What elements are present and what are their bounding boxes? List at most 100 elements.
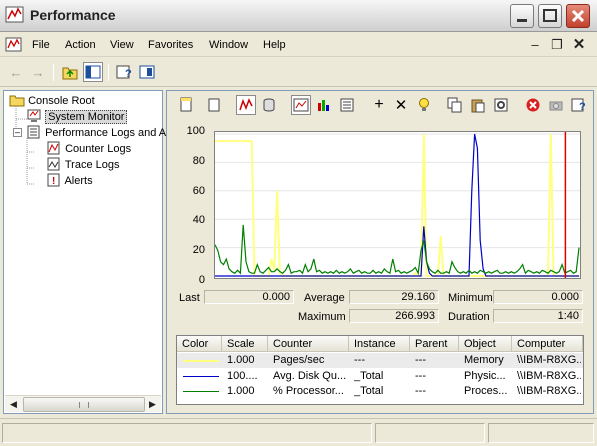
title-bar[interactable]: Performance — [0, 0, 597, 32]
scroll-left-icon[interactable]: ◀ — [6, 397, 21, 412]
column-header-color[interactable]: Color — [177, 336, 222, 352]
column-header-parent[interactable]: Parent — [410, 336, 459, 352]
close-button[interactable] — [566, 4, 590, 28]
delete-counter-icon[interactable]: ✕ — [391, 95, 411, 115]
properties-pane-icon[interactable] — [137, 62, 157, 82]
duration-label: Duration — [448, 311, 490, 323]
series-color-swatch — [183, 360, 219, 362]
toolbar-separator — [108, 64, 109, 81]
update-data-icon[interactable] — [546, 95, 566, 115]
row-parent: --- — [415, 370, 426, 382]
view-graph-icon[interactable] — [291, 95, 311, 115]
column-header-object[interactable]: Object — [459, 336, 512, 352]
folder-icon — [9, 95, 25, 107]
duration-value: 1:40 — [493, 309, 583, 323]
system-monitor-pane: + ✕ ? 100 80 60 40 20 0 Last 0.000 Avera… — [166, 90, 594, 414]
series-line-1 — [215, 133, 579, 277]
logs-icon — [27, 125, 40, 139]
table-row[interactable]: 1.000 % Processor... _Total --- Proces..… — [177, 384, 583, 399]
monitor-help-icon[interactable]: ? — [569, 95, 589, 115]
tree-item-console-root[interactable]: Console Root — [9, 93, 95, 107]
svg-text:?: ? — [579, 101, 586, 113]
mdi-restore-icon[interactable]: ❐ — [547, 36, 567, 53]
minimize-button[interactable] — [510, 4, 534, 28]
column-header-computer[interactable]: Computer — [512, 336, 583, 352]
tree-item-system-monitor[interactable]: System Monitor — [26, 109, 128, 124]
highlight-icon[interactable] — [414, 95, 434, 115]
performance-graph[interactable] — [214, 131, 581, 279]
tree-item-alerts[interactable]: ! Alerts — [46, 173, 93, 187]
main-toolbar: ← → ? — [0, 58, 597, 87]
scroll-right-icon[interactable]: ▶ — [145, 397, 160, 412]
maximize-button[interactable] — [538, 4, 562, 28]
minimum-label: Minimum — [448, 292, 493, 304]
row-instance: _Total — [354, 385, 384, 397]
status-bar — [0, 418, 597, 446]
tree-item-trace-logs[interactable]: Trace Logs — [46, 157, 119, 171]
properties-icon[interactable] — [491, 95, 511, 115]
svg-text:!: ! — [52, 176, 55, 187]
counter-list[interactable]: Color Scale Counter Instance Parent Obje… — [176, 335, 584, 405]
y-tick-label: 60 — [192, 185, 205, 197]
menu-action[interactable]: Action — [65, 39, 96, 51]
collapse-toggle[interactable]: – — [13, 128, 22, 137]
last-label: Last — [179, 292, 200, 304]
toolbar-separator — [53, 64, 54, 81]
maximum-label: Maximum — [298, 311, 346, 323]
tree-label: Console Root — [28, 95, 95, 107]
column-header-scale[interactable]: Scale — [222, 336, 268, 352]
column-header-instance[interactable]: Instance — [349, 336, 410, 352]
new-counter-set-icon[interactable] — [176, 95, 196, 115]
view-log-data-icon[interactable] — [259, 95, 279, 115]
graph-canvas — [214, 132, 580, 278]
show-hide-tree-icon[interactable] — [83, 62, 103, 82]
row-object: Physic... — [464, 370, 506, 382]
help-icon[interactable]: ? — [114, 62, 134, 82]
tree-item-performance-logs[interactable]: Performance Logs and Alerts — [26, 125, 187, 139]
menu-file[interactable]: File — [32, 39, 50, 51]
tree-item-counter-logs[interactable]: Counter Logs — [46, 141, 131, 155]
row-computer: \\IBM-R8XG... — [517, 370, 581, 382]
row-scale: 100.... — [227, 370, 258, 382]
maximum-value: 266.993 — [349, 309, 439, 323]
add-counter-icon[interactable]: + — [369, 95, 389, 115]
row-instance: _Total — [354, 370, 384, 382]
mdi-minimize-icon[interactable]: – — [525, 36, 545, 53]
paste-counter-list-icon[interactable] — [468, 95, 488, 115]
back-arrow-icon[interactable]: ← — [6, 62, 26, 82]
menu-view[interactable]: View — [110, 39, 134, 51]
table-row[interactable]: 100.... Avg. Disk Qu... _Total --- Physi… — [177, 369, 583, 384]
window-title: Performance — [30, 7, 116, 23]
status-panel — [2, 423, 372, 443]
table-row[interactable]: 1.000 Pages/sec --- --- Memory \\IBM-R8X… — [177, 353, 583, 368]
minimum-value: 0.000 — [493, 290, 583, 304]
mdi-close-icon[interactable]: ✕ — [569, 36, 589, 53]
row-parent: --- — [415, 385, 426, 397]
clear-display-icon[interactable] — [204, 95, 224, 115]
menu-favorites[interactable]: Favorites — [148, 39, 193, 51]
row-parent: --- — [415, 354, 426, 366]
system-monitor-icon — [27, 109, 41, 122]
tree-label: Trace Logs — [64, 159, 120, 171]
view-histogram-icon[interactable] — [314, 95, 334, 115]
column-header-counter[interactable]: Counter — [268, 336, 349, 352]
freeze-display-icon[interactable] — [523, 95, 543, 115]
average-label: Average — [304, 292, 345, 304]
row-counter: % Processor... — [273, 385, 344, 397]
forward-arrow-icon[interactable]: → — [28, 62, 48, 82]
menu-window[interactable]: Window — [209, 39, 248, 51]
tree-label: System Monitor — [45, 110, 128, 124]
status-panel — [488, 423, 594, 443]
menu-help[interactable]: Help — [263, 39, 286, 51]
view-report-icon[interactable] — [337, 95, 357, 115]
copy-properties-icon[interactable] — [445, 95, 465, 115]
view-current-activity-icon[interactable] — [236, 95, 256, 115]
console-icon[interactable] — [5, 36, 23, 54]
scrollbar-thumb[interactable] — [23, 397, 145, 412]
up-folder-icon[interactable] — [60, 62, 80, 82]
tree-horizontal-scrollbar[interactable]: ◀ ▶ — [5, 395, 161, 412]
series-color-swatch — [183, 376, 219, 377]
row-counter: Avg. Disk Qu... — [273, 370, 347, 382]
row-computer: \\IBM-R8XG... — [517, 385, 581, 397]
y-tick-label: 100 — [186, 125, 205, 137]
